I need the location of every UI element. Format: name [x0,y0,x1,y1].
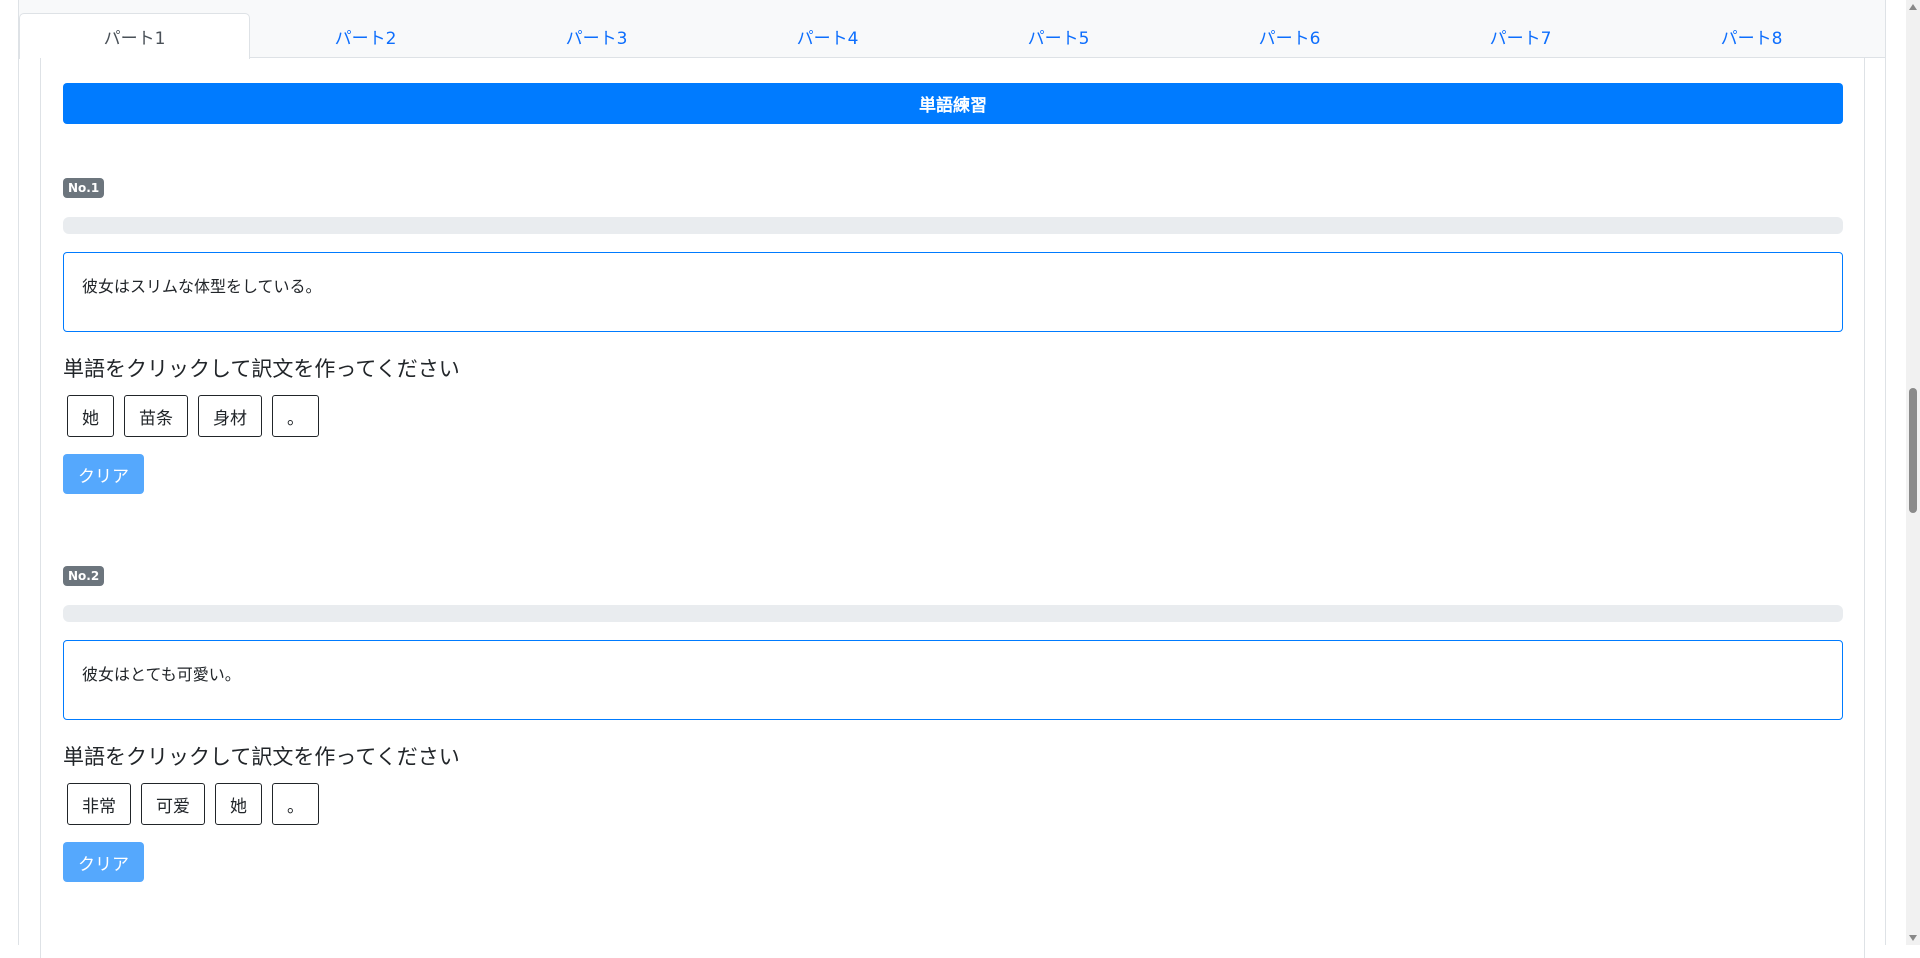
tab-part-1[interactable]: パート1 [19,13,250,59]
part-tabs: パート1 パート2 パート3 パート4 パート5 パート6 パート7 パート8 [19,0,1885,59]
scrollbar-thumb[interactable] [1909,388,1917,513]
instruction-text: 単語をクリックして訳文を作ってください [63,745,460,769]
tab-part-3[interactable]: パート3 [481,13,712,58]
vertical-scrollbar[interactable] [1906,0,1920,945]
source-sentence-box: 彼女はとても可愛い。 [63,640,1843,720]
question-number-badge: No.1 [63,178,105,198]
word-practice-header: 単語練習 [63,83,1843,124]
tab-part-8[interactable]: パート8 [1636,13,1867,58]
scroll-up-icon[interactable] [1909,4,1917,10]
word-choices: 非常 可爱 她 。 [67,783,319,825]
word-button[interactable]: 。 [272,783,319,825]
word-button[interactable]: 可爱 [141,783,205,825]
tab-part-7[interactable]: パート7 [1405,13,1636,58]
word-button[interactable]: 她 [215,783,262,825]
source-sentence-box: 彼女はスリムな体型をしている。 [63,252,1843,332]
tab-part-4[interactable]: パート4 [712,13,943,58]
word-button[interactable]: 非常 [67,783,131,825]
source-sentence: 彼女はとても可愛い。 [82,665,241,684]
instruction-text: 単語をクリックして訳文を作ってください [63,357,460,381]
question-number-badge: No.2 [63,566,105,586]
clear-button[interactable]: クリア [63,842,144,882]
word-button[interactable]: 身材 [198,395,262,437]
scroll-down-icon[interactable] [1909,935,1917,941]
progress-bar [63,217,1843,234]
word-button[interactable]: 她 [67,395,114,437]
word-button[interactable]: 。 [272,395,319,437]
tab-part-6[interactable]: パート6 [1174,13,1405,58]
word-button[interactable]: 苗条 [124,395,188,437]
progress-bar [63,605,1843,622]
tab-part-5[interactable]: パート5 [943,13,1174,58]
clear-button[interactable]: クリア [63,454,144,494]
source-sentence: 彼女はスリムな体型をしている。 [82,277,322,296]
word-choices: 她 苗条 身材 。 [67,395,319,437]
tab-part-2[interactable]: パート2 [250,13,481,58]
